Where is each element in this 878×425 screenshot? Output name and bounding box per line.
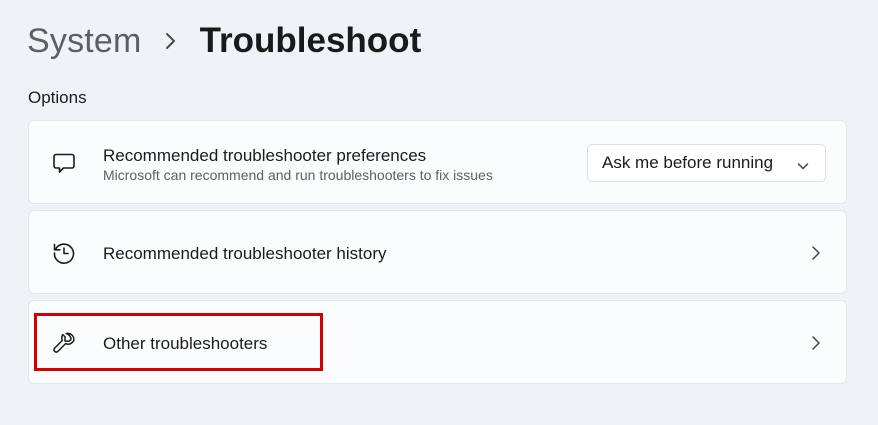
card-troubleshooter-history[interactable]: Recommended troubleshooter history: [28, 210, 847, 294]
history-icon: [51, 240, 77, 266]
card-description: Microsoft can recommend and run troubles…: [103, 167, 493, 183]
red-highlight-annotation: [34, 313, 323, 371]
card-title: Recommended troubleshooter preferences: [103, 146, 427, 165]
card-title: Recommended troubleshooter history: [103, 244, 387, 263]
breadcrumb: System Troubleshoot: [27, 18, 421, 64]
chevron-right-icon: [811, 245, 821, 261]
chevron-down-icon: [797, 158, 809, 170]
chevron-right-icon: [811, 335, 821, 351]
feedback-message-icon: [51, 150, 77, 176]
page-title: Troubleshoot: [199, 21, 422, 60]
breadcrumb-chevron-icon: [142, 32, 200, 50]
dropdown-selected-value: Ask me before running: [602, 153, 774, 172]
breadcrumb-system-link[interactable]: System: [27, 22, 142, 61]
section-label-options: Options: [28, 88, 87, 107]
card-recommended-preferences: Recommended troubleshooter preferences M…: [28, 120, 847, 204]
troubleshooter-preference-dropdown[interactable]: Ask me before running: [587, 144, 826, 182]
